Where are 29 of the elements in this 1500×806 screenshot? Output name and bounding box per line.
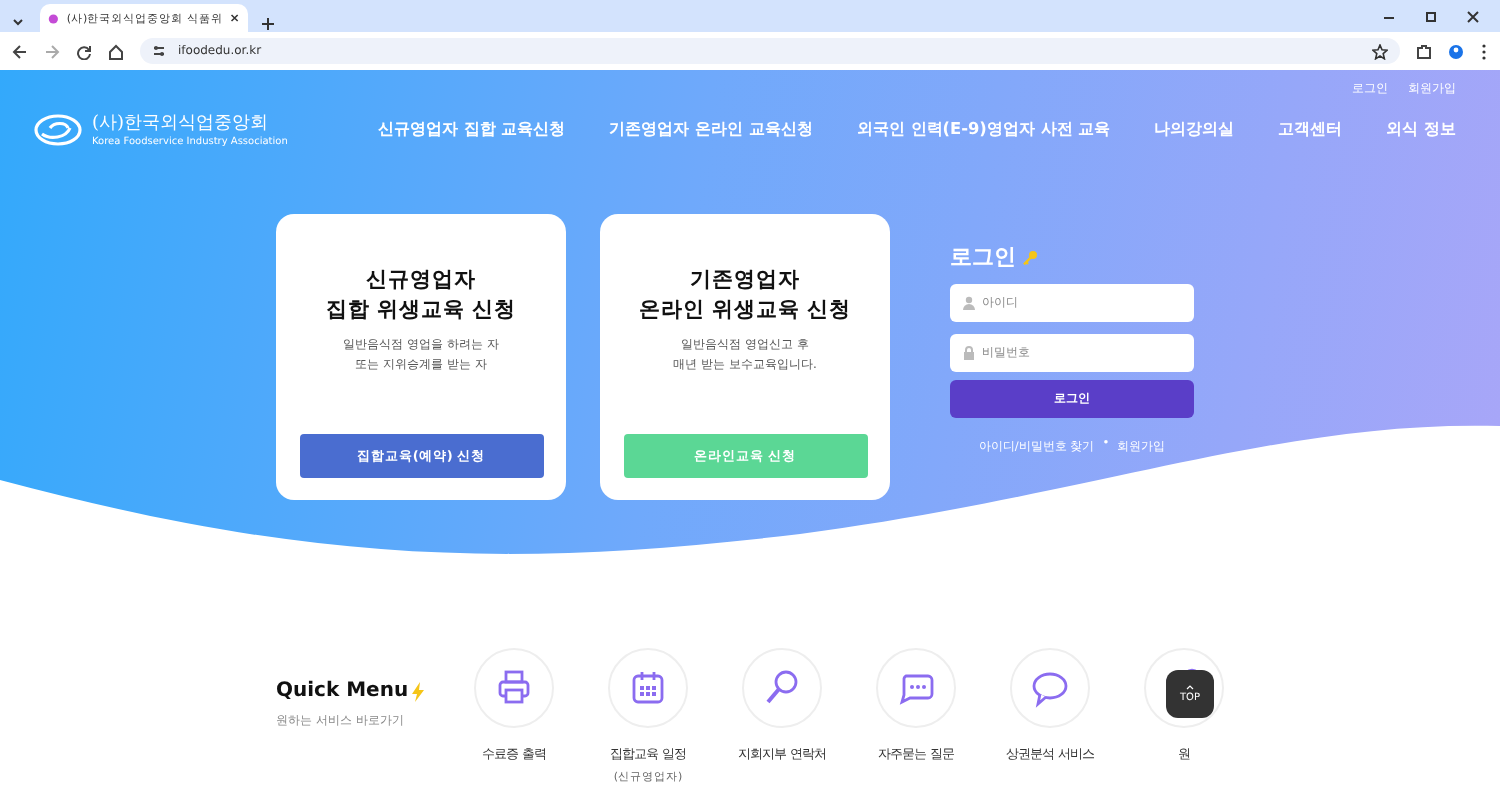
calendar-icon [628, 668, 668, 708]
printer-icon [494, 668, 534, 708]
reload-icon[interactable] [76, 43, 92, 59]
back-icon[interactable] [12, 43, 28, 59]
user-icon [962, 296, 976, 310]
chevron-up-icon [1186, 684, 1194, 690]
card-title: 신규영업자 집합 위생교육 신청 [325, 266, 517, 325]
site-info-icon [152, 44, 166, 58]
logo-icon [32, 111, 84, 147]
logo-text: (사)한국외식업중앙회 [92, 112, 271, 136]
close-icon[interactable] [1466, 9, 1480, 23]
maximize-icon[interactable] [1424, 9, 1438, 23]
card-title: 기존영업자 온라인 위생교육 신청 [638, 266, 852, 325]
nav-link[interactable]: 신규영업자 집합 교육신청 [356, 118, 588, 140]
new-tab-icon[interactable] [260, 16, 276, 32]
extension-icon[interactable] [1416, 43, 1432, 59]
login-title: 로그인 [950, 242, 1016, 272]
home-icon[interactable] [108, 43, 124, 59]
speech-bubble-icon [1030, 668, 1070, 708]
search-icon [762, 668, 802, 708]
lock-icon [962, 346, 976, 360]
lightning-icon [412, 681, 425, 701]
menu-icon[interactable] [1480, 43, 1488, 59]
nav-link[interactable]: 기존영업자 온라인 교육신청 [587, 118, 835, 140]
close-icon[interactable] [230, 12, 240, 24]
key-icon [1022, 249, 1038, 265]
profile-icon[interactable] [1448, 43, 1464, 59]
star-icon[interactable] [1372, 43, 1388, 59]
quick-menu-title: Quick Menu [276, 680, 409, 702]
